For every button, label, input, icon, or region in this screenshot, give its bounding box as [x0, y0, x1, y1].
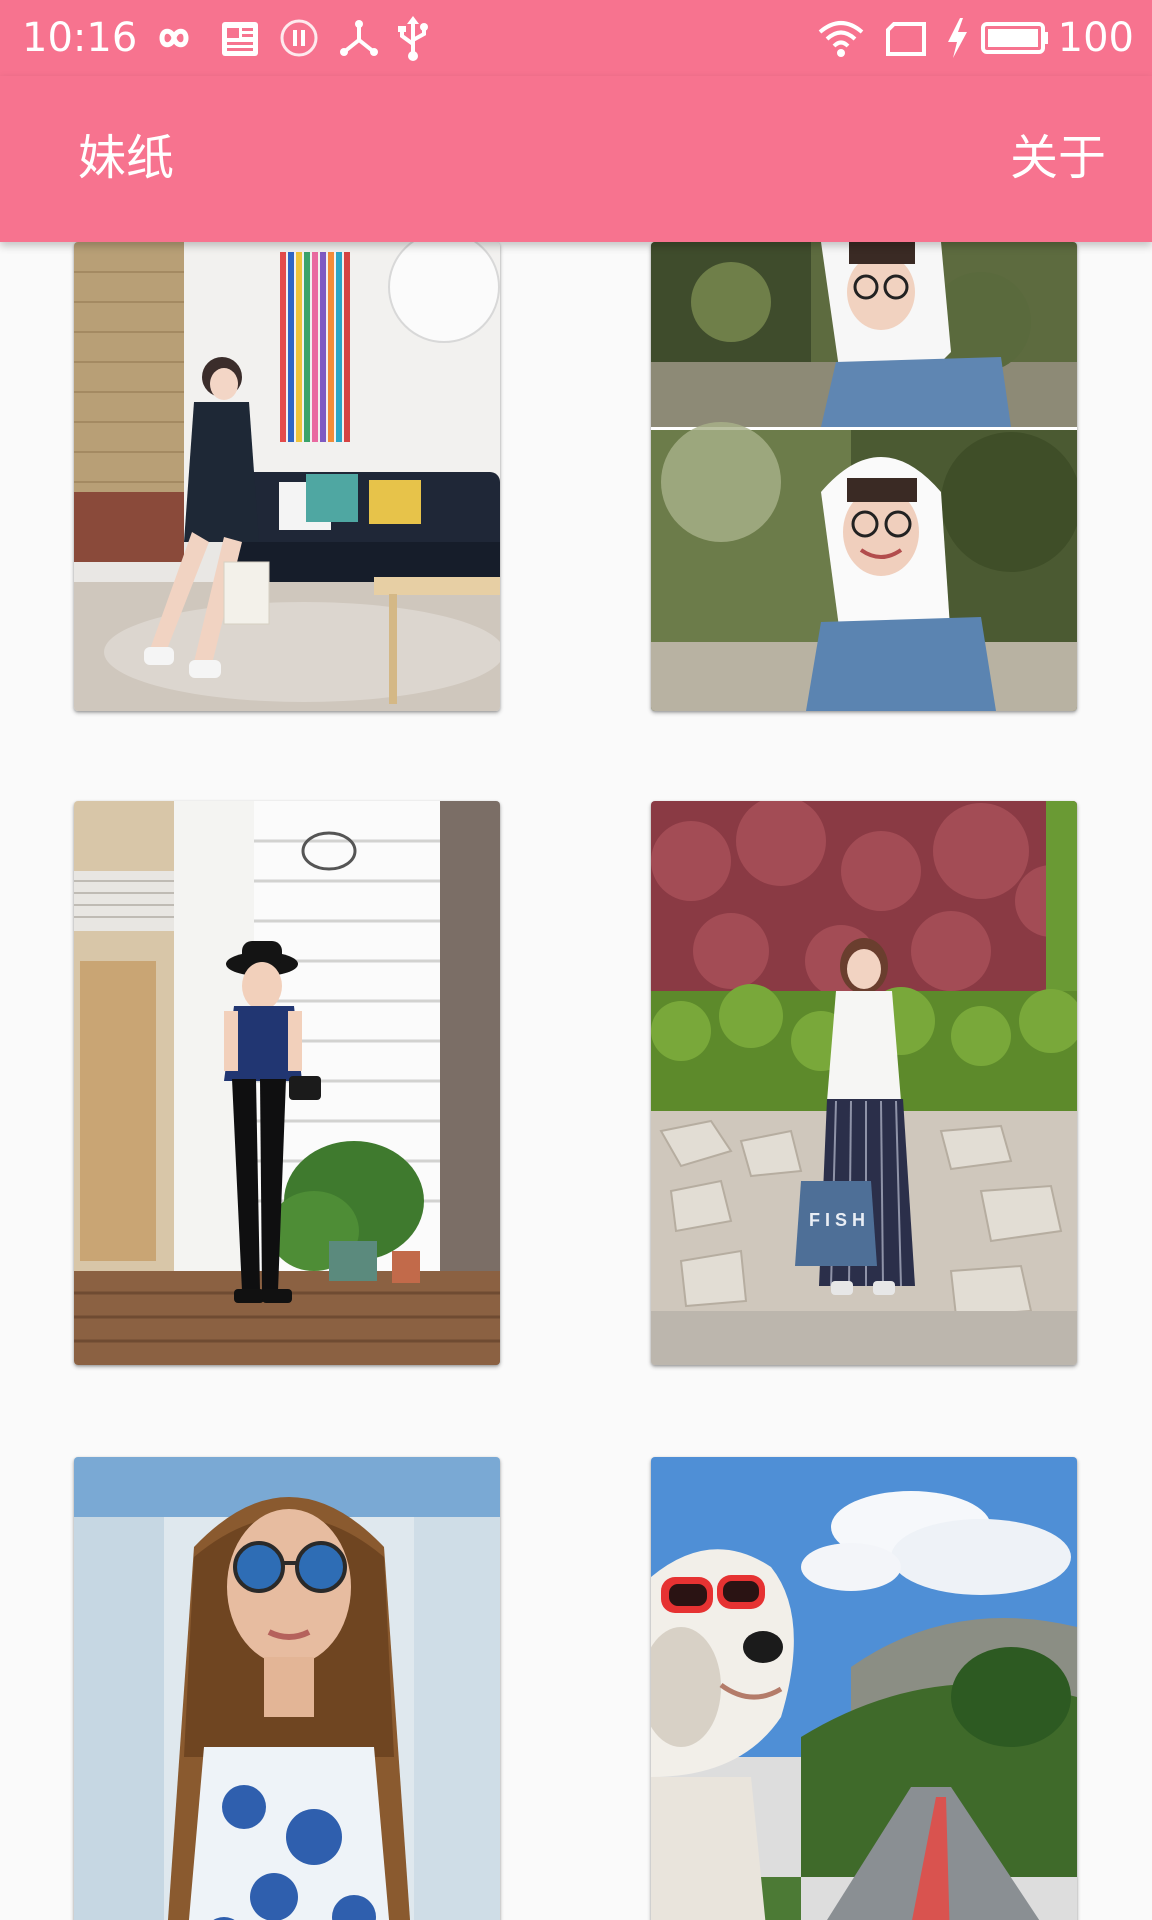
photo-grid: F I S H	[0, 242, 1152, 1920]
infinity-icon	[159, 28, 189, 48]
status-bar: 10:16 100	[0, 0, 1152, 76]
photo-card-1[interactable]	[74, 242, 500, 711]
photo-image	[74, 242, 500, 711]
wifi-icon	[818, 21, 864, 57]
photo-image	[74, 801, 500, 1365]
photo-card-3[interactable]	[74, 801, 500, 1365]
toolbar-title: 妹纸	[78, 130, 175, 186]
charging-bolt-icon	[948, 18, 967, 58]
photo-image	[651, 1457, 1077, 1920]
battery-icon	[981, 22, 1048, 54]
photo-image	[74, 1457, 500, 1920]
photo-image: F I S H	[651, 801, 1077, 1365]
photo-card-6[interactable]	[651, 1457, 1077, 1920]
photo-image	[651, 242, 1077, 711]
about-button[interactable]: 关于	[1010, 128, 1106, 188]
photo-card-5[interactable]	[74, 1457, 500, 1920]
network-icon	[340, 20, 378, 56]
screen-rotate-icon	[886, 22, 926, 56]
photo-card-2[interactable]	[651, 242, 1077, 711]
app-toolbar: 妹纸 关于	[0, 76, 1152, 242]
usb-icon	[398, 16, 428, 61]
news-icon	[222, 22, 258, 56]
status-time: 10:16	[22, 15, 138, 61]
pause-icon	[280, 19, 318, 57]
battery-level: 100	[1057, 15, 1134, 61]
photo-card-4[interactable]: F I S H	[651, 801, 1077, 1365]
svg-text:F I S H: F I S H	[809, 1210, 865, 1230]
